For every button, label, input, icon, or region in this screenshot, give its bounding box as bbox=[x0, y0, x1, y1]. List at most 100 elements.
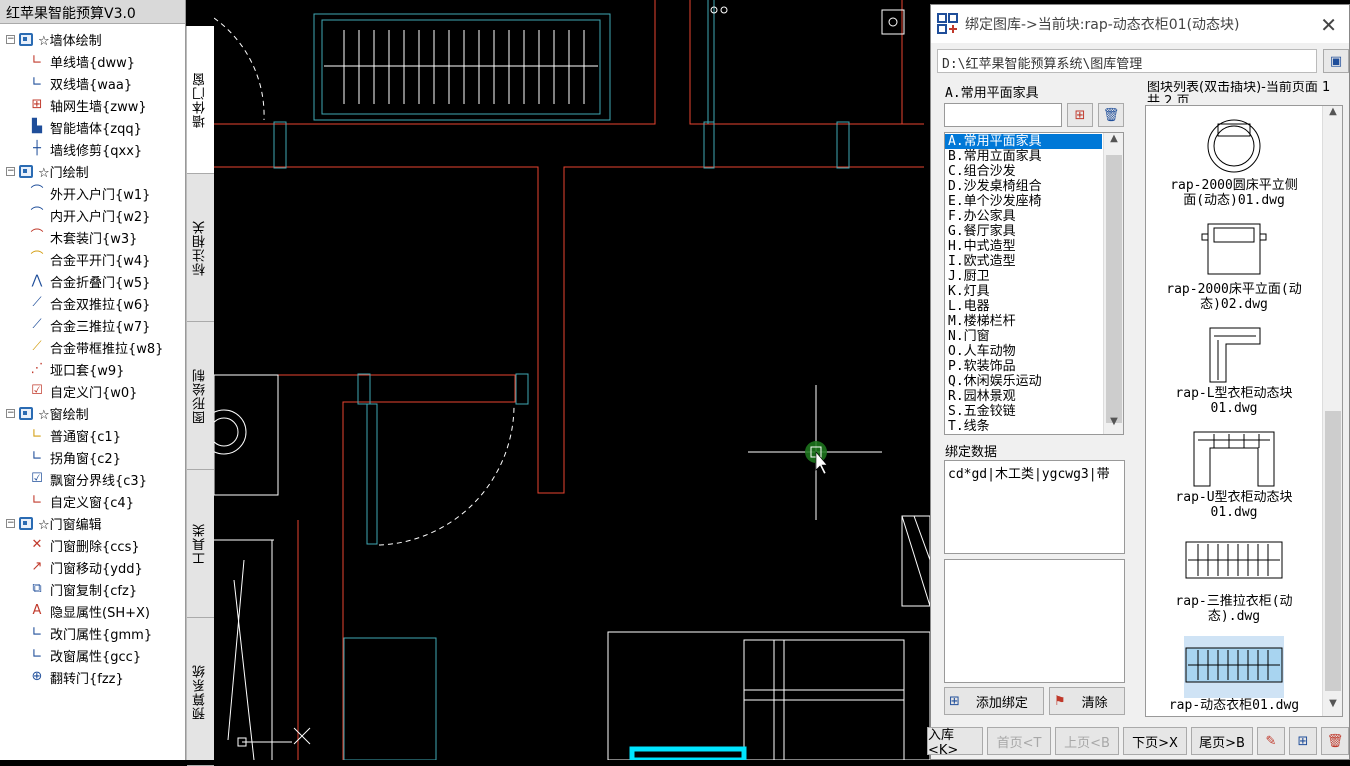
import-button[interactable]: 入库<K> bbox=[927, 727, 983, 758]
block-item[interactable]: rap-动态衣柜01.dwg bbox=[1146, 636, 1322, 713]
category-item[interactable]: I.欧式造型 bbox=[945, 254, 1102, 269]
tab-annotation[interactable]: 标注相关 bbox=[187, 174, 214, 322]
tree-item[interactable]: ⟋ 合金双推拉{w6} bbox=[0, 292, 185, 314]
add-bind-button[interactable]: ⊞ 添加绑定 bbox=[944, 687, 1044, 715]
tree-item[interactable]: ☑ 飘窗分界线{c3} bbox=[0, 468, 185, 490]
block-item[interactable]: rap-三推拉衣柜(动 态).dwg bbox=[1146, 532, 1322, 624]
tree-item[interactable]: ⧉ 门窗复制{cfz} bbox=[0, 578, 185, 600]
prev-page-button[interactable]: 上页<B bbox=[1055, 727, 1119, 755]
tree-item[interactable]: ▙ 智能墙体{zqq} bbox=[0, 116, 185, 138]
next-page-button[interactable]: 下页>X bbox=[1123, 727, 1187, 755]
block-scrollbar[interactable]: ▲ ▼ bbox=[1322, 106, 1342, 716]
tree-item[interactable]: ⌒ 外开入户门{w1} bbox=[0, 182, 185, 204]
tree-item[interactable]: ⊞ 轴网生墙{zww} bbox=[0, 94, 185, 116]
tab-tools[interactable]: 工具类 bbox=[187, 470, 214, 618]
tree-item[interactable]: ∟ 拐角窗{c2} bbox=[0, 446, 185, 468]
tree-item[interactable]: ☑ 自定义门{w0} bbox=[0, 380, 185, 402]
tree-item[interactable]: ⌒ 合金平开门{w4} bbox=[0, 248, 185, 270]
block-item[interactable]: rap-2000床平立面(动 态)02.dwg bbox=[1146, 220, 1322, 312]
add-category-button[interactable]: ⊞ bbox=[1067, 103, 1093, 127]
door-leaf bbox=[366, 403, 378, 545]
tab-graphic-drawing[interactable]: 图形绘制 bbox=[187, 322, 214, 470]
tree-group[interactable]: − ☆窗绘制 bbox=[0, 402, 185, 424]
category-item[interactable]: T.线条 bbox=[945, 419, 1102, 434]
category-item[interactable]: H.中式造型 bbox=[945, 239, 1102, 254]
tree-item[interactable]: ∟ 双线墙{waa} bbox=[0, 72, 185, 94]
tree-item-label: 自定义门{w0} bbox=[50, 385, 138, 401]
category-item[interactable]: K.灯具 bbox=[945, 284, 1102, 299]
collapse-icon[interactable]: − bbox=[6, 34, 15, 44]
folder-icon bbox=[19, 516, 33, 530]
scroll-down-icon[interactable]: ▼ bbox=[1104, 416, 1123, 434]
block-list[interactable]: rap-2000圆床平立侧 面(动态)01.dwg rap-2000床平立面(动 态)… bbox=[1145, 105, 1343, 717]
library-path-field[interactable]: D:\红苹果智能预算系统\图库管理 bbox=[937, 49, 1317, 73]
block-item[interactable]: rap-L型衣柜动态块 01.dwg bbox=[1146, 324, 1322, 416]
delete-category-button[interactable]: 🗑 bbox=[1098, 103, 1124, 127]
category-item[interactable]: Q.休闲娱乐运动 bbox=[945, 374, 1102, 389]
tree-item[interactable]: ∟ 改窗属性{gcc} bbox=[0, 644, 185, 666]
tree-item[interactable]: ⌒ 木套装门{w3} bbox=[0, 226, 185, 248]
tree-item[interactable]: ∟ 普通窗{c1} bbox=[0, 424, 185, 446]
category-search-input[interactable] bbox=[944, 103, 1062, 127]
category-item[interactable]: M.楼梯栏杆 bbox=[945, 314, 1102, 329]
cad-drawing-canvas[interactable] bbox=[201, 0, 931, 763]
block-item[interactable]: rap-2000圆床平立侧 面(动态)01.dwg bbox=[1146, 116, 1322, 208]
collapse-icon[interactable]: − bbox=[6, 408, 15, 418]
bind-data-textarea[interactable]: cd*gd|木工类|ygcwg3|带 bbox=[944, 460, 1125, 554]
tree-group[interactable]: − ☆门绘制 bbox=[0, 160, 185, 182]
tree-item[interactable]: ↗ 门窗移动{ydd} bbox=[0, 556, 185, 578]
scroll-up-icon[interactable]: ▲ bbox=[1323, 106, 1342, 124]
collapse-icon[interactable]: − bbox=[6, 166, 15, 176]
tree-item[interactable]: ⌒ 内开入户门{w2} bbox=[0, 204, 185, 226]
bind-detail-textarea[interactable] bbox=[944, 559, 1125, 683]
tree-group[interactable]: − ☆墙体绘制 bbox=[0, 28, 185, 50]
tree-item[interactable]: ✕ 门窗删除{ccs} bbox=[0, 534, 185, 556]
block-item[interactable]: rap-U型衣柜动态块 01.dwg bbox=[1146, 428, 1322, 520]
browse-path-button[interactable]: ▣ bbox=[1323, 49, 1349, 73]
category-item[interactable]: S.五金铰链 bbox=[945, 404, 1102, 419]
category-item[interactable]: J.厨卫 bbox=[945, 269, 1102, 284]
close-icon[interactable]: ✕ bbox=[1320, 13, 1337, 37]
bind-library-dialog: 绑定图库->当前块:rap-动态衣柜01(动态块) ✕ D:\红苹果智能预算系统… bbox=[927, 4, 1350, 760]
first-page-button[interactable]: 首页<T bbox=[987, 727, 1051, 755]
tree-item[interactable]: ∟ 自定义窗{c4} bbox=[0, 490, 185, 512]
edit-block-button[interactable]: ✎ bbox=[1257, 727, 1285, 755]
scroll-down-icon[interactable]: ▼ bbox=[1323, 698, 1342, 716]
delete-block-button[interactable]: 🗑 bbox=[1321, 727, 1349, 755]
category-item[interactable]: A.常用平面家具 bbox=[945, 134, 1102, 149]
tree-item[interactable]: ∟ 单线墙{dww} bbox=[0, 50, 185, 72]
category-item[interactable]: R.园林景观 bbox=[945, 389, 1102, 404]
tree-item[interactable]: ┼ 墙线修剪{qxx} bbox=[0, 138, 185, 160]
last-page-button[interactable]: 尾页>B bbox=[1191, 727, 1253, 755]
category-item[interactable]: D.沙发桌椅组合 bbox=[945, 179, 1102, 194]
tree-item[interactable]: ⊕ 翻转门{fzz} bbox=[0, 666, 185, 688]
collapse-icon[interactable]: − bbox=[6, 518, 15, 528]
category-item[interactable]: L.电器 bbox=[945, 299, 1102, 314]
scroll-thumb[interactable] bbox=[1325, 411, 1341, 691]
category-item[interactable]: O.人车动物 bbox=[945, 344, 1102, 359]
category-item[interactable]: B.常用立面家具 bbox=[945, 149, 1102, 164]
category-list[interactable]: A.常用平面家具 B.常用立面家具 C.组合沙发 D.沙发桌椅组合 E.单个沙发座椅 F.… bbox=[944, 132, 1124, 435]
category-item[interactable]: F.办公家具 bbox=[945, 209, 1102, 224]
scroll-thumb[interactable] bbox=[1106, 155, 1122, 423]
tree-group[interactable]: − ☆门窗编辑 bbox=[0, 512, 185, 534]
tab-budget-system[interactable]: 预算系统 bbox=[187, 618, 214, 766]
tab-wall-door-window[interactable]: 墙体门窗 bbox=[187, 26, 214, 174]
category-item[interactable]: C.组合沙发 bbox=[945, 164, 1102, 179]
add-block-button[interactable]: ⊞ bbox=[1289, 727, 1317, 755]
block-thumbnail bbox=[1184, 324, 1284, 386]
tree-item[interactable]: ⋰ 垭口套{w9} bbox=[0, 358, 185, 380]
tree-item[interactable]: ⟋ 合金带框推拉{w8} bbox=[0, 336, 185, 358]
category-item[interactable]: N.门窗 bbox=[945, 329, 1102, 344]
tree-item[interactable]: ∟ 改门属性{gmm} bbox=[0, 622, 185, 644]
category-scrollbar[interactable]: ▲ ▼ bbox=[1103, 133, 1123, 434]
inward-door-icon: ⌒ bbox=[30, 207, 44, 222]
category-item[interactable]: G.餐厅家具 bbox=[945, 224, 1102, 239]
tree-item[interactable]: ⋀ 合金折叠门{w5} bbox=[0, 270, 185, 292]
tree-item[interactable]: A 隐显属性(SH+X) bbox=[0, 600, 185, 622]
clear-button[interactable]: ⚑ 清除 bbox=[1049, 687, 1125, 715]
category-item[interactable]: E.单个沙发座椅 bbox=[945, 194, 1102, 209]
scroll-up-icon[interactable]: ▲ bbox=[1104, 133, 1123, 151]
category-item[interactable]: P.软装饰品 bbox=[945, 359, 1102, 374]
tree-item[interactable]: ⟋ 合金三推拉{w7} bbox=[0, 314, 185, 336]
